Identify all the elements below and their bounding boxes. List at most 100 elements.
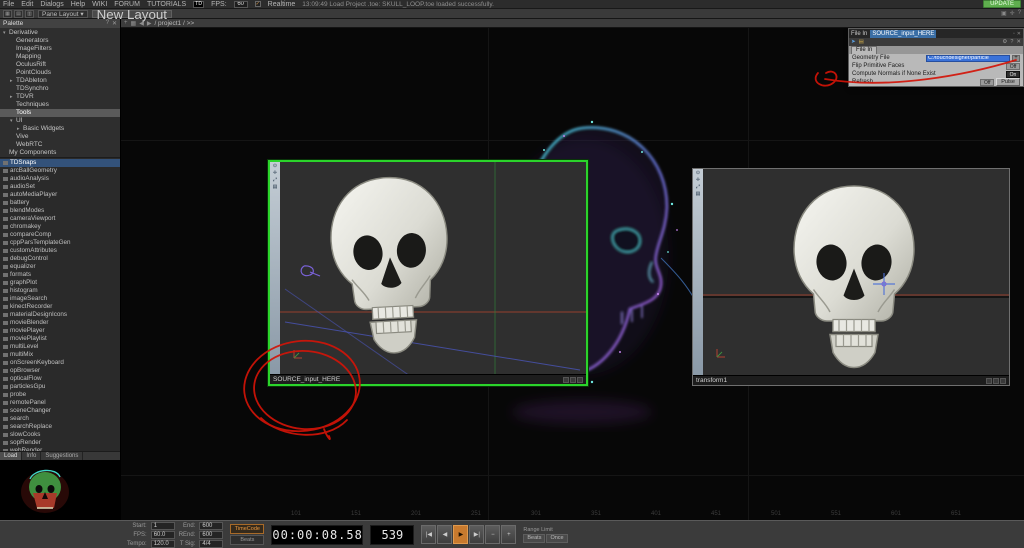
update-button[interactable]: UPDATE bbox=[983, 0, 1021, 8]
compute-normals-toggle[interactable]: On bbox=[1006, 70, 1020, 78]
add-file-button[interactable]: + bbox=[1012, 54, 1020, 62]
palette-component-item[interactable]: blendModes bbox=[0, 207, 120, 215]
realtime-checkbox[interactable]: ✓ bbox=[254, 1, 261, 7]
palette-component-item[interactable]: slowCooks bbox=[0, 431, 120, 439]
pane-split-icon[interactable]: ▦ bbox=[3, 9, 12, 18]
new-layout-button[interactable]: New Layout bbox=[91, 7, 172, 21]
palette-component-item[interactable]: onScreenKeyboard bbox=[0, 359, 120, 367]
toolbar-icon[interactable]: ✛ bbox=[1010, 10, 1015, 17]
dialog-tool-icon[interactable]: ⚙ bbox=[1002, 39, 1007, 45]
viewer-title-bar[interactable]: SOURCE_input_HERE bbox=[270, 374, 586, 384]
viewer-tool-icon[interactable]: ▤ bbox=[696, 192, 701, 197]
timeline-field-value[interactable]: 1 bbox=[150, 521, 175, 530]
toolbar-icon[interactable]: ? bbox=[1018, 10, 1021, 17]
operator-name-field[interactable]: SOURCE_input_HERE bbox=[870, 29, 937, 38]
dialog-titlebar-icon[interactable]: ▫ bbox=[1013, 31, 1015, 37]
palette-tree-item[interactable]: Techniques bbox=[0, 101, 120, 109]
palette-tree-item[interactable]: ▾ UI bbox=[0, 117, 120, 125]
palette-component-item[interactable]: autoMediaPlayer bbox=[0, 191, 120, 199]
viewer-title-bar[interactable]: transform1 bbox=[693, 375, 1009, 385]
pane-split-icon[interactable]: ▥ bbox=[25, 9, 34, 18]
palette-tree-item[interactable]: TDSynchro bbox=[0, 85, 120, 93]
palette-component-item[interactable]: formats bbox=[0, 271, 120, 279]
node-viewer-source-input[interactable]: ⊙ ✛ ⤢ ▤ SOURCE_input_HERE bbox=[268, 160, 588, 386]
palette-tree-item[interactable]: My Components bbox=[0, 149, 120, 157]
palette-component-item[interactable]: equalizer bbox=[0, 263, 120, 271]
palette-component-item[interactable]: remotePanel bbox=[0, 399, 120, 407]
menu-item[interactable]: Edit bbox=[21, 0, 33, 9]
palette-tab[interactable]: Load bbox=[0, 452, 23, 460]
palette-component-item[interactable]: cameraViewport bbox=[0, 215, 120, 223]
dialog-titlebar-icon[interactable]: ✕ bbox=[1017, 31, 1021, 37]
dialog-tool-icon[interactable]: ✕ bbox=[1016, 39, 1021, 45]
palette-component-item[interactable]: arcBallGeometry bbox=[0, 167, 120, 175]
transport-button[interactable]: ▶| bbox=[469, 525, 485, 544]
palette-tree-item[interactable]: Generators bbox=[0, 37, 120, 45]
palette-component-item[interactable]: sopRender bbox=[0, 439, 120, 447]
palette-tree-item[interactable]: ▾ Derivative bbox=[0, 29, 120, 37]
viewer-flag-icon[interactable] bbox=[577, 376, 583, 383]
palette-component-item[interactable]: particlesGpu bbox=[0, 383, 120, 391]
palette-component-item[interactable]: imageSearch bbox=[0, 295, 120, 303]
transport-button[interactable]: ▶ bbox=[453, 525, 469, 544]
palette-tree-item[interactable]: ▸ TDVR bbox=[0, 93, 120, 101]
palette-component-item[interactable]: probe bbox=[0, 391, 120, 399]
network-canvas[interactable]: ⊙ ✛ ⤢ ▤ SOURCE_input_HERE ⊙ ✛ ⤢ ▤ transf… bbox=[121, 28, 1024, 520]
transport-button[interactable]: + bbox=[501, 525, 517, 544]
palette-component-item[interactable]: multiLevel bbox=[0, 343, 120, 351]
palette-component-item[interactable]: histogram bbox=[0, 287, 120, 295]
palette-tab[interactable]: Suggestions bbox=[41, 452, 84, 460]
viewer-flag-icon[interactable] bbox=[986, 377, 992, 384]
refresh-toggle[interactable]: Off bbox=[980, 78, 995, 86]
viewer-tool-icon[interactable]: ✛ bbox=[273, 171, 277, 176]
network-editor-pane[interactable]: + ▦ ◀ ▶ / project1 / >> ⊙ ✛ ⤢ ▤ SOURCE_i… bbox=[121, 19, 1024, 520]
viewer-flag-icon[interactable] bbox=[570, 376, 576, 383]
palette-component-item[interactable]: kinectRecorder bbox=[0, 303, 120, 311]
palette-component-item[interactable]: multiMix bbox=[0, 351, 120, 359]
pane-layout-dropdown[interactable]: Pane Layout ▾ bbox=[38, 9, 88, 18]
palette-component-item[interactable]: cppParsTemplateGen bbox=[0, 239, 120, 247]
geometry-file-input[interactable] bbox=[926, 54, 1010, 62]
palette-component-item[interactable]: opticalFlow bbox=[0, 375, 120, 383]
palette-tree-item[interactable]: ▸ TDAbleton bbox=[0, 77, 120, 85]
palette-component-item[interactable]: materialDesignIcons bbox=[0, 311, 120, 319]
menu-item[interactable]: Dialogs bbox=[40, 0, 63, 9]
palette-component-item[interactable]: chromakey bbox=[0, 223, 120, 231]
palette-component-item[interactable]: customAttributes bbox=[0, 247, 120, 255]
palette-component-item[interactable]: audioAnalysis bbox=[0, 175, 120, 183]
palette-component-item[interactable]: opBrowser bbox=[0, 367, 120, 375]
transport-button[interactable]: |◀ bbox=[421, 525, 437, 544]
palette-tree-item[interactable]: Mapping bbox=[0, 53, 120, 61]
palette-component-item[interactable]: debugControl bbox=[0, 255, 120, 263]
timeline-field-value[interactable]: 120.0 bbox=[150, 539, 175, 548]
viewer-3d-view[interactable] bbox=[280, 162, 586, 374]
palette-component-item[interactable]: compareComp bbox=[0, 231, 120, 239]
dialog-tool-icon[interactable]: ? bbox=[1010, 39, 1013, 45]
tab-file-in[interactable]: File In bbox=[851, 46, 878, 54]
transport-button[interactable]: − bbox=[485, 525, 501, 544]
transport-button[interactable]: ◀ bbox=[437, 525, 453, 544]
parameter-dialog-titlebar[interactable]: File In SOURCE_input_HERE ▫ ✕ bbox=[849, 29, 1023, 38]
palette-component-item[interactable]: graphPlot bbox=[0, 279, 120, 287]
palette-tree-item[interactable]: PointClouds bbox=[0, 69, 120, 77]
flip-faces-toggle[interactable]: Off bbox=[1006, 62, 1020, 70]
viewer-tool-icon[interactable]: ⊙ bbox=[696, 171, 700, 176]
palette-component-item[interactable]: searchReplace bbox=[0, 423, 120, 431]
beats-mode-button[interactable]: Beats bbox=[230, 535, 265, 545]
viewer-tool-icon[interactable]: ⤢ bbox=[273, 178, 277, 183]
pulse-button[interactable]: Pulse bbox=[996, 78, 1020, 86]
viewer-tool-icon[interactable]: ▤ bbox=[273, 185, 278, 190]
timeline-field-value[interactable]: 4/4 bbox=[199, 539, 224, 548]
palette-component-item[interactable]: moviePlaylist bbox=[0, 335, 120, 343]
toolbar-icon[interactable]: ▣ bbox=[1001, 10, 1007, 17]
range-limit-button[interactable]: Once bbox=[546, 533, 568, 543]
parameter-dialog[interactable]: File In SOURCE_input_HERE ▫ ✕ ➤ ▤ ⚙? ✕ Fil… bbox=[848, 28, 1024, 87]
node-viewer-transform1[interactable]: ⊙ ✛ ⤢ ▤ transform1 bbox=[692, 168, 1010, 386]
palette-component-item[interactable]: battery bbox=[0, 199, 120, 207]
fps-input[interactable] bbox=[233, 0, 248, 8]
palette-component-item[interactable]: audioSet bbox=[0, 183, 120, 191]
palette-component-item[interactable]: moviePlayer bbox=[0, 327, 120, 335]
viewer-tool-icon[interactable]: ⊙ bbox=[273, 164, 277, 169]
palette-tree-item[interactable]: OculusRift bbox=[0, 61, 120, 69]
expression-icon[interactable]: ➤ bbox=[851, 39, 856, 45]
